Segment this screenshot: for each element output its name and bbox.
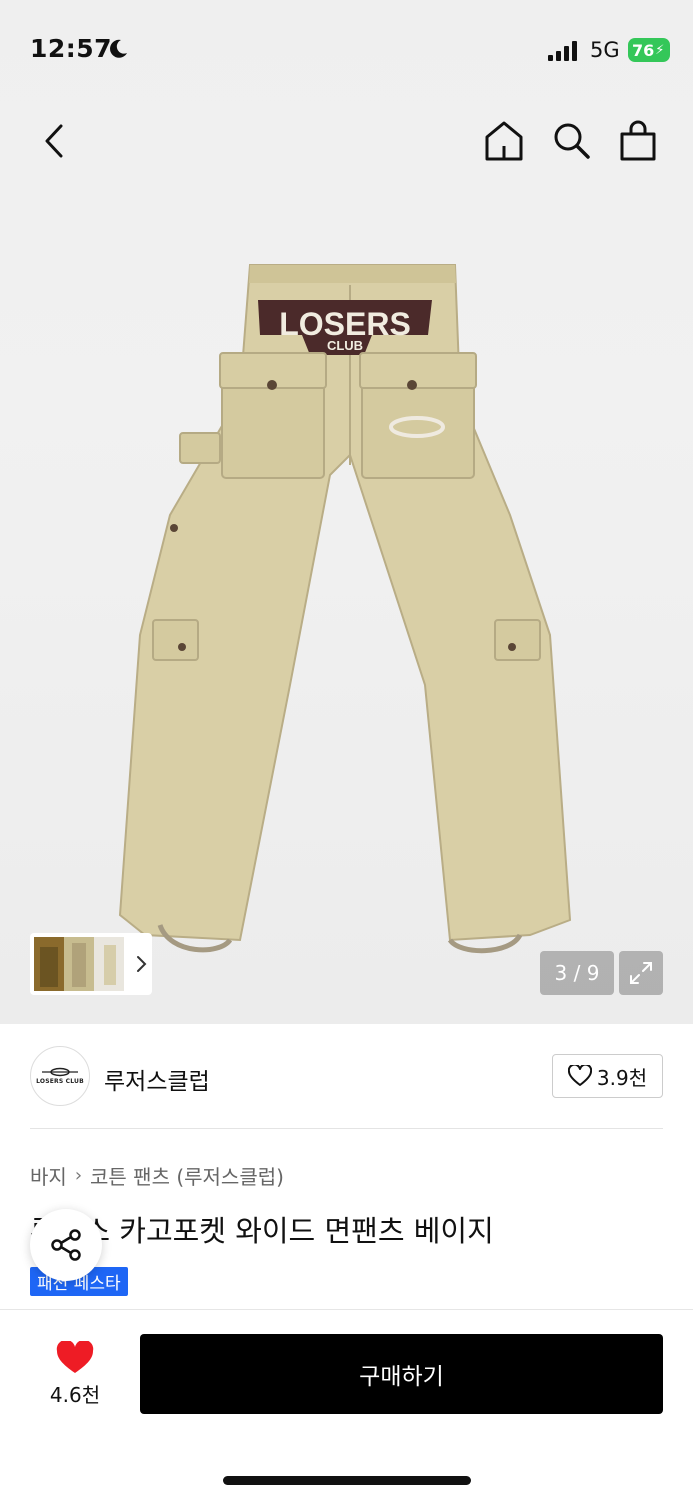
thumbnail-3: [94, 937, 124, 991]
status-time: 12:57: [30, 34, 113, 63]
buy-button[interactable]: 구매하기: [140, 1334, 663, 1414]
moon-icon: [110, 39, 127, 58]
bottom-bar-divider: [0, 1309, 693, 1310]
heart-outline-icon: [567, 1065, 592, 1086]
back-button[interactable]: [30, 115, 78, 167]
search-icon: [554, 123, 590, 159]
signal-icon: [548, 41, 577, 61]
heart-icon: [56, 1340, 94, 1373]
chevron-right-icon: [137, 956, 147, 972]
thumbnail-2: [64, 937, 94, 991]
brand-row: LOSERS CLUB 루저스클럽 3.9천: [30, 1046, 663, 1108]
chevron-left-icon: [45, 124, 63, 158]
brand-logo[interactable]: LOSERS CLUB: [30, 1046, 90, 1106]
wishlist-button[interactable]: 4.6천: [30, 1334, 120, 1414]
chevron-right-icon: ›: [74, 1165, 83, 1186]
status-bar: 12:57 5G 76 ⚡: [0, 0, 693, 100]
product-photo-cargo-pants: LOSERS CLUB: [118, 264, 572, 954]
home-button[interactable]: [478, 115, 530, 167]
divider: [30, 1128, 663, 1129]
brand-like-count: 3.9천: [596, 1065, 648, 1090]
shopping-bag-button[interactable]: [612, 115, 664, 167]
share-button[interactable]: [30, 1209, 102, 1281]
wishlist-count: 4.6천: [49, 1382, 101, 1407]
thumbnail-1: [34, 937, 64, 991]
search-button[interactable]: [546, 115, 598, 167]
breadcrumb-subcategory[interactable]: 코튼 팬츠 (루저스클럽): [90, 1161, 284, 1190]
expand-icon: [630, 962, 652, 984]
share-icon: [51, 1229, 81, 1261]
battery-level: 76: [632, 40, 655, 60]
home-indicator: [223, 1476, 471, 1485]
charging-icon: ⚡: [655, 42, 665, 58]
thumbnail-strip[interactable]: [30, 933, 152, 995]
brand-logo-mark: [42, 1067, 78, 1077]
home-icon: [485, 121, 523, 161]
brand-name[interactable]: 루저스클럽: [104, 1062, 210, 1096]
shopping-bag-icon: [620, 120, 656, 161]
product-image-area: 12:57 5G 76 ⚡ LOSERS CLUB 3 / 9: [0, 0, 693, 1024]
gallery-page-indicator: 3 / 9: [540, 951, 614, 995]
like-brand-button[interactable]: 3.9천: [552, 1054, 663, 1098]
brand-logo-text: LOSERS CLUB: [36, 1078, 84, 1085]
expand-button[interactable]: [619, 951, 663, 995]
print-brand-bottom: CLUB: [327, 338, 363, 353]
network-label: 5G: [590, 38, 620, 62]
print-brand-top: LOSERS: [279, 306, 411, 342]
breadcrumb: 바지 › 코튼 팬츠 (루저스클럽): [30, 1161, 284, 1190]
battery-indicator: 76 ⚡: [628, 38, 670, 62]
breadcrumb-category[interactable]: 바지: [30, 1161, 67, 1190]
